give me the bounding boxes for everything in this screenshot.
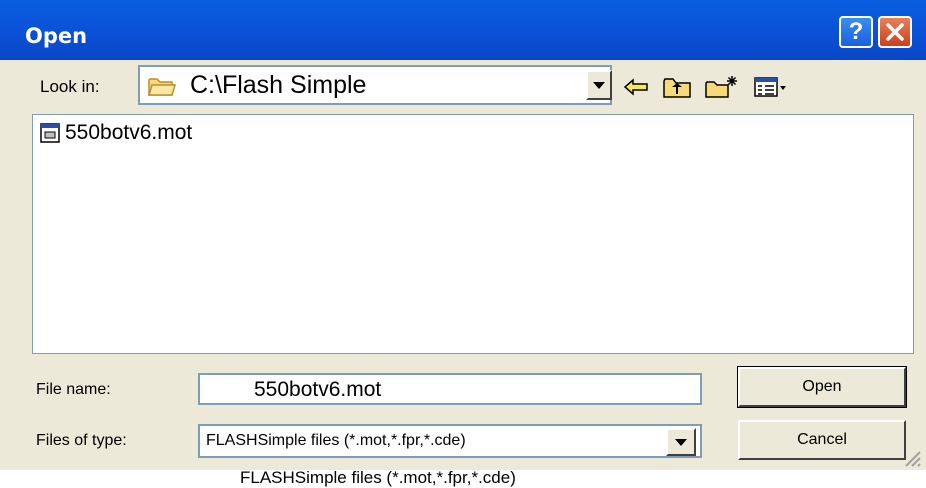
window-title: Open <box>25 24 88 48</box>
help-icon: ? <box>848 18 864 45</box>
title-bar[interactable]: Open ? <box>0 0 926 60</box>
look-in-combobox[interactable]: C:\Flash Simple <box>138 65 612 105</box>
new-folder-icon[interactable] <box>703 74 739 100</box>
help-button[interactable]: ? <box>839 16 873 48</box>
files-of-type-label: Files of type: <box>36 432 127 449</box>
look-in-dropdown-button[interactable] <box>586 70 612 100</box>
file-list[interactable]: 550botv6.mot <box>32 114 914 354</box>
file-list-item[interactable]: 550botv6.mot <box>39 121 192 145</box>
file-name: 550botv6.mot <box>65 121 193 144</box>
look-in-label: Look in: <box>40 77 100 96</box>
close-button[interactable] <box>878 16 912 48</box>
file-icon <box>40 123 60 143</box>
close-icon <box>886 23 904 41</box>
file-name-input[interactable]: 550botv6.mot <box>198 373 702 405</box>
file-name-label: File name: <box>36 381 111 398</box>
cancel-button[interactable]: Cancel <box>738 420 906 460</box>
chevron-down-icon <box>675 438 687 446</box>
open-dialog: Open ? Look in: C:\Flash Simple 550botv6… <box>0 0 926 470</box>
view-menu-icon[interactable] <box>752 74 788 100</box>
look-in-value: C:\Flash Simple <box>190 71 367 99</box>
files-of-type-dropdown-button[interactable] <box>666 428 696 456</box>
overflow-text: FLASHSimple files (*.mot,*.fpr,*.cde) <box>240 468 516 487</box>
files-of-type-value: FLASHSimple files (*.mot,*.fpr,*.cde) <box>206 432 466 449</box>
up-one-level-icon[interactable] <box>661 74 693 100</box>
file-name-value: 550botv6.mot <box>254 378 382 401</box>
chevron-down-icon <box>593 81 605 89</box>
back-arrow-icon[interactable] <box>621 74 651 100</box>
files-of-type-select[interactable]: FLASHSimple files (*.mot,*.fpr,*.cde) <box>198 424 702 458</box>
open-button[interactable]: Open <box>737 366 907 408</box>
folder-icon <box>147 78 177 96</box>
resize-grip-icon[interactable] <box>900 446 922 468</box>
